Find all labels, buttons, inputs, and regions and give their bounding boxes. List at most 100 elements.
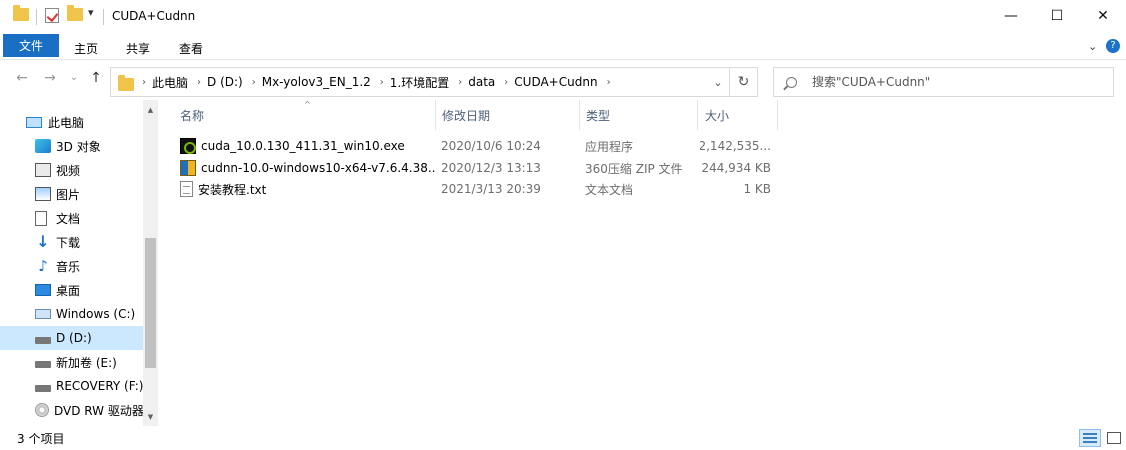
- column-divider[interactable]: [777, 100, 778, 130]
- breadcrumb-separator[interactable]: ›: [243, 77, 262, 88]
- up-button[interactable]: ↑: [86, 70, 106, 86]
- back-button[interactable]: ←: [12, 70, 32, 86]
- nav-item-dvd-drive[interactable]: DVD RW 驱动器: [0, 398, 144, 422]
- nav-item-label: RECOVERY (F:): [56, 379, 144, 393]
- drive-c-icon: [35, 309, 51, 319]
- breadcrumb-this-pc[interactable]: 此电脑: [152, 74, 188, 91]
- zip-icon: [180, 160, 196, 176]
- nav-item-label: D (D:): [56, 331, 92, 345]
- nav-item-label: 新加卷 (E:): [56, 355, 117, 370]
- nav-item-label: DVD RW 驱动器: [54, 403, 144, 418]
- breadcrumb-env-config[interactable]: 1.环境配置: [390, 74, 449, 91]
- file-type: 文本文档: [585, 182, 634, 197]
- address-row: ← → ⌄ ↑ › 此电脑 › D (D:) › Mx-yolov3_EN_1.…: [0, 62, 1126, 98]
- file-name: cuda_10.0.130_411.31_win10.exe: [201, 139, 405, 153]
- scroll-down-icon[interactable]: ▼: [143, 409, 158, 424]
- close-button[interactable]: ✕: [1080, 0, 1126, 32]
- breadcrumb-separator[interactable]: ›: [449, 77, 468, 88]
- search-input[interactable]: [812, 73, 1102, 91]
- documents-icon: [35, 210, 47, 226]
- breadcrumb-data[interactable]: data: [468, 75, 495, 89]
- title-bar: ▾ CUDA+Cudnn — ☐ ✕: [0, 0, 1126, 32]
- folder-icon: [13, 5, 29, 21]
- nav-item-drive-f[interactable]: RECOVERY (F:): [0, 374, 143, 398]
- nav-item-label: 视频: [56, 163, 81, 178]
- file-date: 2020/10/6 10:24: [441, 139, 541, 153]
- nav-item-drive-d[interactable]: D (D:): [0, 326, 143, 350]
- file-name-cell: cudnn-10.0-windows10-x64-v7.6.4.38....: [180, 157, 435, 179]
- nav-item-videos[interactable]: 视频: [0, 158, 143, 182]
- breadcrumb-separator[interactable]: ›: [188, 77, 207, 88]
- divider: [103, 9, 104, 25]
- exe-icon: [180, 138, 196, 154]
- nav-item-3d-objects[interactable]: 3D 对象: [0, 134, 143, 158]
- properties-icon[interactable]: [45, 8, 59, 23]
- quick-access-dropdown-icon[interactable]: ▾: [88, 6, 94, 19]
- nav-item-label: 图片: [56, 187, 81, 202]
- breadcrumb-cuda-cudnn[interactable]: CUDA+Cudnn: [514, 75, 597, 89]
- table-row[interactable]: cuda_10.0.130_411.31_win10.exe 2020/10/6…: [160, 135, 780, 157]
- tab-file[interactable]: 文件: [3, 34, 59, 57]
- nav-item-drive-e[interactable]: 新加卷 (E:): [0, 350, 143, 374]
- details-view-button[interactable]: [1079, 429, 1101, 447]
- forward-button[interactable]: →: [40, 70, 60, 86]
- tab-share[interactable]: 共享: [118, 36, 158, 60]
- nav-item-drive-c[interactable]: Windows (C:): [0, 302, 143, 326]
- large-icons-view-button[interactable]: [1103, 429, 1125, 447]
- nav-item-documents[interactable]: 文档: [0, 206, 143, 230]
- dvd-drive-icon: [35, 403, 49, 417]
- breadcrumb-mx-yolov3[interactable]: Mx-yolov3_EN_1.2: [262, 75, 371, 89]
- search-box[interactable]: [773, 67, 1114, 97]
- nav-item-pictures[interactable]: 图片: [0, 182, 143, 206]
- txt-icon: [180, 181, 193, 197]
- file-type: 应用程序: [585, 139, 634, 154]
- status-bar: 3 个项目: [0, 426, 1126, 450]
- new-folder-icon[interactable]: [67, 5, 83, 21]
- minimize-button[interactable]: —: [988, 0, 1034, 32]
- nav-item-music[interactable]: ♪ 音乐: [0, 254, 143, 278]
- file-name: 安装教程.txt: [198, 182, 267, 197]
- breadcrumb-separator[interactable]: ›: [371, 77, 390, 88]
- help-icon[interactable]: ?: [1106, 39, 1120, 53]
- scroll-up-icon[interactable]: ▲: [143, 102, 158, 117]
- table-row[interactable]: 安装教程.txt 2021/3/13 20:39 文本文档 1 KB: [160, 178, 780, 200]
- address-bar[interactable]: › 此电脑 › D (D:) › Mx-yolov3_EN_1.2 › 1.环境…: [110, 67, 730, 97]
- file-size: 244,934 KB: [701, 161, 771, 175]
- nav-item-desktop[interactable]: 桌面: [0, 278, 143, 302]
- recent-locations-button[interactable]: ⌄: [64, 72, 84, 83]
- drive-d-icon: [35, 337, 51, 344]
- item-count: 3 个项目: [17, 432, 65, 446]
- downloads-icon: ↓: [36, 232, 50, 251]
- this-pc-icon: [26, 116, 42, 128]
- breadcrumb-drive-d[interactable]: D (D:): [207, 75, 243, 89]
- refresh-button[interactable]: ↻: [730, 67, 758, 97]
- tab-home[interactable]: 主页: [66, 36, 106, 60]
- breadcrumb-separator: ›: [142, 76, 146, 88]
- file-name-cell: 安装教程.txt: [180, 178, 435, 200]
- breadcrumb-separator[interactable]: ›: [495, 77, 514, 88]
- folder-icon: [118, 75, 134, 91]
- ribbon-tabs: 文件 主页 共享 查看 ⌄ ?: [0, 32, 1126, 60]
- file-name: cudnn-10.0-windows10-x64-v7.6.4.38....: [201, 161, 435, 175]
- nav-scrollbar[interactable]: ▲ ▼: [143, 100, 158, 426]
- column-header-type[interactable]: 类型: [566, 100, 686, 130]
- search-icon: [786, 77, 797, 88]
- column-header-name[interactable]: 名称: [160, 100, 435, 130]
- navigation-pane: 此电脑 3D 对象 视频 图片 文档 ↓ 下载 ♪ 音乐 桌面 Windows …: [0, 100, 158, 426]
- column-header-size[interactable]: 大小: [685, 100, 765, 130]
- music-icon: ♪: [38, 257, 48, 275]
- nav-item-downloads[interactable]: ↓ 下载: [0, 230, 143, 254]
- file-name-cell: cuda_10.0.130_411.31_win10.exe: [180, 135, 435, 157]
- column-header-date[interactable]: 修改日期: [422, 100, 582, 130]
- tab-view[interactable]: 查看: [171, 36, 211, 60]
- maximize-button[interactable]: ☐: [1034, 0, 1080, 32]
- pictures-icon: [35, 187, 51, 201]
- nav-item-this-pc[interactable]: 此电脑: [0, 110, 143, 134]
- nav-item-label: Windows (C:): [56, 307, 136, 321]
- breadcrumb-separator[interactable]: ›: [598, 77, 617, 88]
- ribbon-collapse-icon[interactable]: ⌄: [1088, 40, 1097, 53]
- table-row[interactable]: cudnn-10.0-windows10-x64-v7.6.4.38.... 2…: [160, 157, 780, 179]
- scrollbar-thumb[interactable]: [145, 238, 156, 368]
- window-title: CUDA+Cudnn: [112, 9, 196, 23]
- file-date: 2021/3/13 20:39: [441, 182, 541, 196]
